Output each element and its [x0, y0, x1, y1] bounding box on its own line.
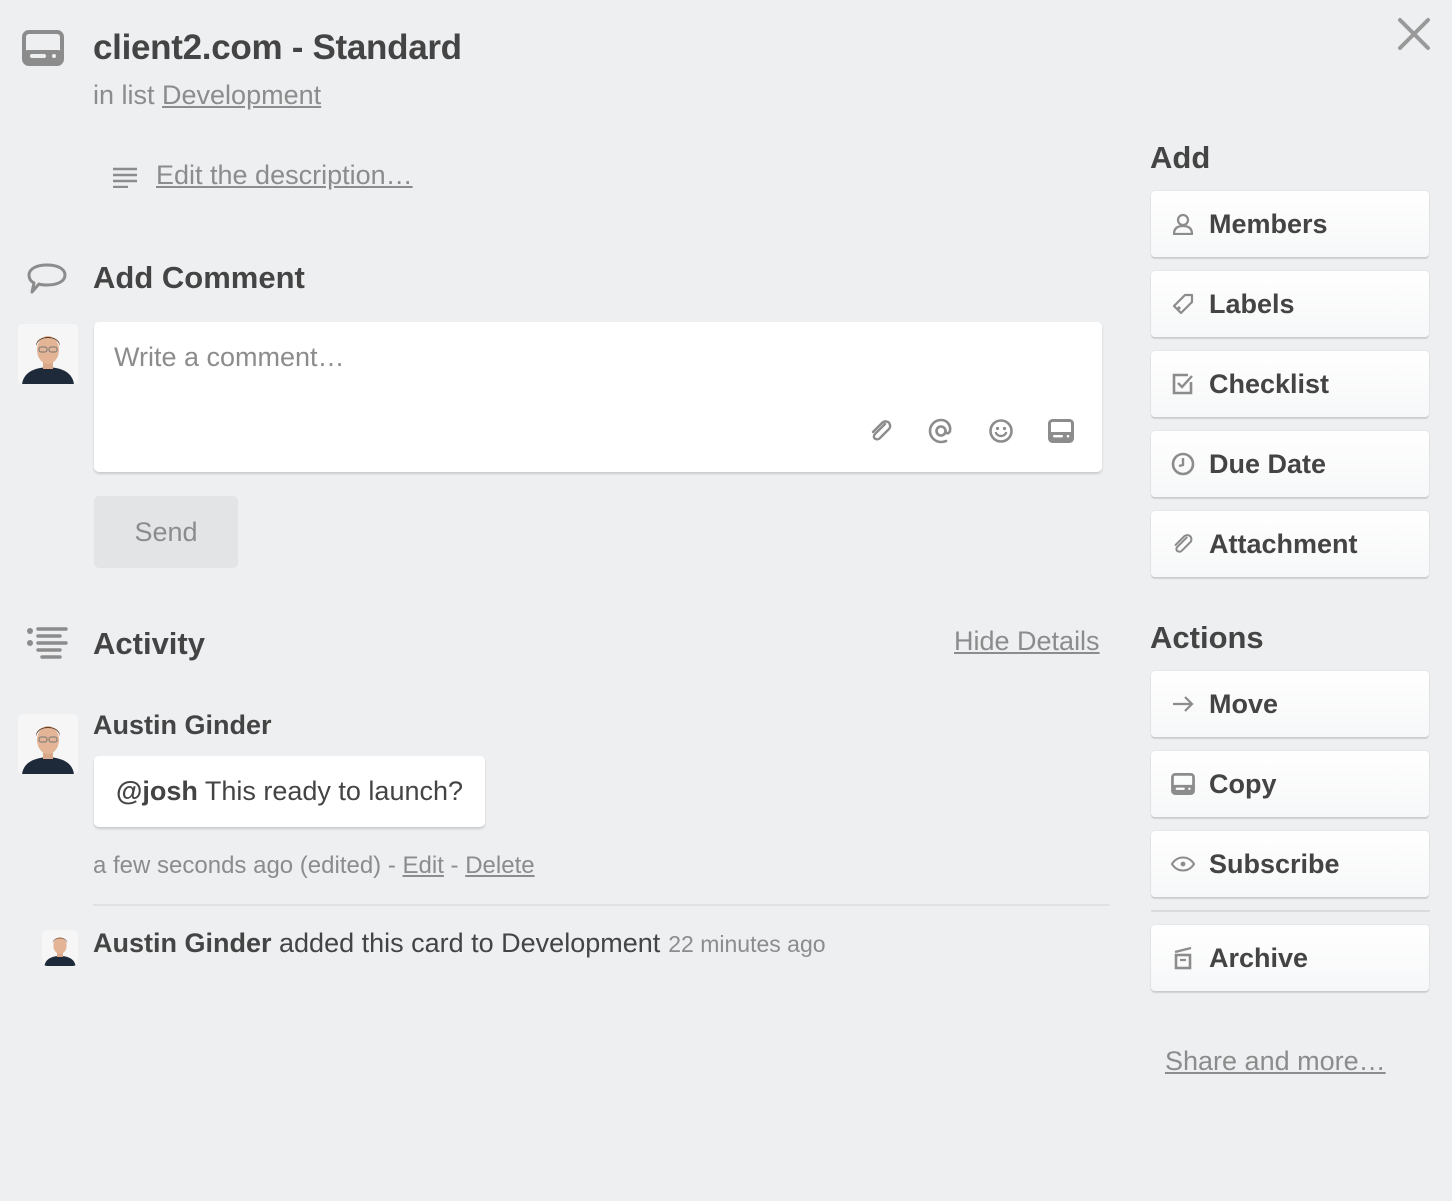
member-icon — [1171, 213, 1195, 235]
divider — [1151, 910, 1430, 912]
description-icon — [112, 166, 138, 188]
list-info: in list Development — [93, 80, 321, 111]
event-time[interactable]: 22 minutes ago — [668, 931, 825, 957]
copy-label: Copy — [1209, 768, 1277, 799]
subscribe-button[interactable]: Subscribe — [1151, 831, 1429, 897]
copy-button[interactable]: Copy — [1151, 751, 1429, 817]
activity-title: Activity — [93, 626, 205, 661]
comment-toolbar — [868, 418, 1074, 444]
move-label: Move — [1209, 688, 1279, 719]
emoji-icon[interactable] — [988, 418, 1014, 444]
labels-label: Labels — [1209, 288, 1295, 319]
attachment-label: Attachment — [1209, 528, 1358, 559]
clock-icon — [1171, 452, 1195, 476]
label-icon — [1171, 293, 1195, 315]
close-icon[interactable] — [1396, 16, 1432, 52]
archive-label: Archive — [1209, 942, 1309, 973]
comment-meta: a few seconds ago (edited) - Edit - Dele… — [93, 852, 535, 880]
comment-bubble: @josh This ready to launch? — [94, 756, 486, 827]
attachment-icon[interactable] — [868, 418, 894, 444]
due-date-label: Due Date — [1209, 448, 1327, 479]
add-comment-title: Add Comment — [93, 260, 305, 295]
card-icon[interactable] — [1048, 419, 1074, 443]
avatar[interactable] — [42, 930, 78, 966]
actions-section-title: Actions — [1150, 620, 1264, 655]
labels-button[interactable]: Labels — [1151, 271, 1429, 337]
move-button[interactable]: Move — [1151, 671, 1429, 737]
meta-separator: - — [443, 852, 466, 879]
comment-text: This ready to launch? — [197, 776, 464, 806]
eye-icon — [1171, 856, 1195, 872]
members-button[interactable]: Members — [1151, 191, 1429, 257]
card-icon — [1171, 773, 1195, 795]
edit-comment-link[interactable]: Edit — [403, 852, 444, 879]
divider — [93, 904, 1110, 906]
event-author[interactable]: Austin Ginder — [93, 928, 272, 958]
archive-icon — [1171, 946, 1195, 970]
comment-author[interactable]: Austin Ginder — [93, 710, 272, 741]
subscribe-label: Subscribe — [1209, 848, 1340, 879]
avatar[interactable] — [18, 324, 78, 384]
comment-input[interactable] — [94, 322, 1102, 412]
comment-composer — [94, 322, 1102, 472]
card-icon — [22, 30, 64, 66]
avatar[interactable] — [18, 714, 78, 774]
hide-details-link[interactable]: Hide Details — [954, 626, 1100, 657]
arrow-right-icon — [1171, 695, 1195, 713]
checklist-button[interactable]: Checklist — [1151, 351, 1429, 417]
checklist-label: Checklist — [1209, 368, 1330, 399]
due-date-button[interactable]: Due Date — [1151, 431, 1429, 497]
list-prefix: in list — [93, 80, 155, 110]
attachment-button[interactable]: Attachment — [1151, 511, 1429, 577]
archive-button[interactable]: Archive — [1151, 925, 1429, 991]
mention-icon[interactable] — [928, 418, 954, 444]
event-text: added this card to Development — [271, 928, 661, 958]
share-and-more-link[interactable]: Share and more… — [1165, 1046, 1386, 1077]
members-label: Members — [1209, 208, 1328, 239]
edit-description-link[interactable]: Edit the description… — [150, 160, 413, 191]
attachment-icon — [1171, 532, 1195, 556]
checklist-icon — [1171, 372, 1195, 396]
delete-comment-link[interactable]: Delete — [465, 852, 534, 879]
list-link[interactable]: Development — [162, 80, 321, 110]
card-title[interactable]: client2.com - Standard — [93, 28, 462, 68]
comment-icon — [26, 262, 68, 296]
send-button[interactable]: Send — [94, 496, 238, 568]
comment-timestamp: a few seconds ago (edited) - — [93, 852, 403, 879]
mention[interactable]: @josh — [116, 776, 198, 806]
add-section-title: Add — [1150, 140, 1211, 175]
activity-icon — [26, 626, 68, 660]
activity-event: Austin Ginder added this card to Develop… — [93, 928, 826, 959]
